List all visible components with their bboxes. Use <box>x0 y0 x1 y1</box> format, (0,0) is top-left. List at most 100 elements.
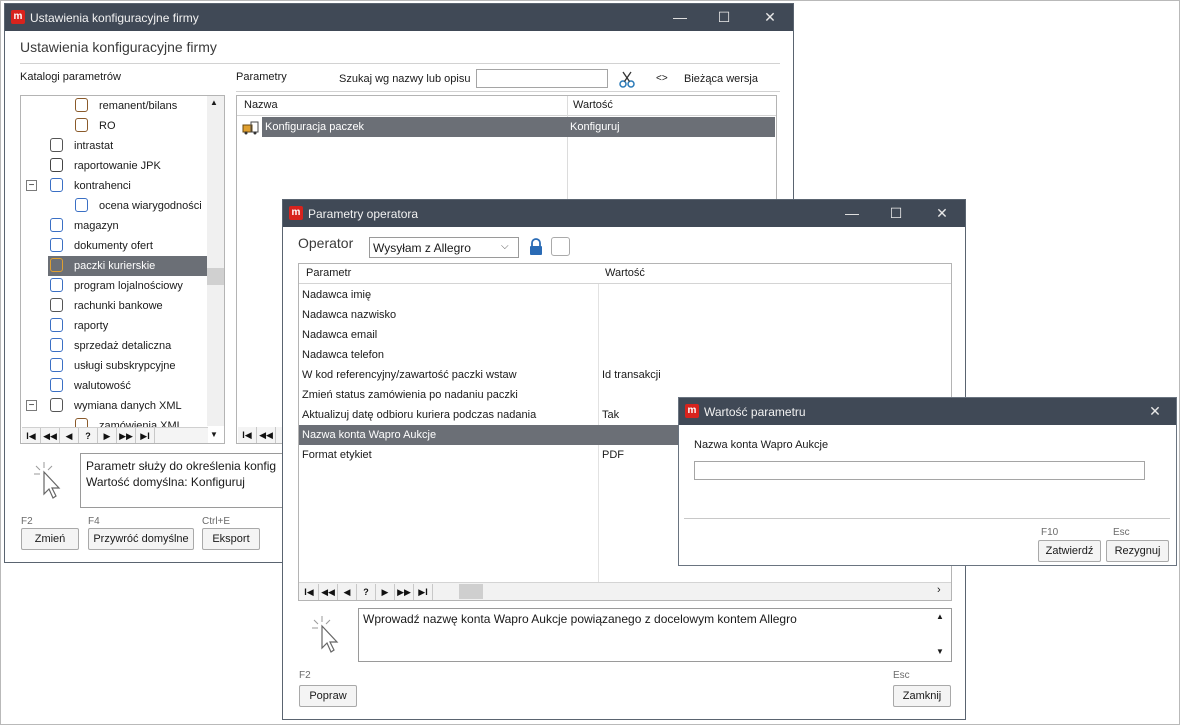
xml-icon <box>50 398 63 412</box>
description-line-1: Parametr służy do określenia konfig <box>86 459 277 473</box>
operator-window-title: Parametry operatora <box>308 207 419 221</box>
chevron-down-icon[interactable]: ⌵ <box>501 241 509 252</box>
tree-item[interactable]: kontrahenci <box>48 176 207 196</box>
operator-description-text: Wprowadź nazwę konta Wapro Aukcje powiąz… <box>363 612 797 626</box>
tree-item[interactable]: walutowość <box>48 376 207 396</box>
nav-button[interactable]: ▶▶ <box>395 584 414 600</box>
cancel-shortcut: Esc <box>1113 527 1130 538</box>
nav-button[interactable]: ◀◀ <box>257 427 276 443</box>
search-label: Szukaj wg nazwy lub opisu <box>339 73 471 85</box>
tree-item[interactable]: remanent/bilans <box>73 96 207 116</box>
close-button[interactable]: ✕ <box>747 4 793 31</box>
column-header-param[interactable]: Parametr <box>306 267 351 279</box>
row-param: Zmień status zamówienia po nadaniu paczk… <box>302 389 518 401</box>
courier-icon <box>50 258 63 272</box>
scroll-right-icon[interactable]: › <box>937 584 941 596</box>
scroll-up-icon[interactable]: ▲ <box>210 98 218 107</box>
tree-item[interactable]: RO <box>73 116 207 136</box>
row-value: Id transakcji <box>602 369 661 381</box>
nav-button[interactable]: I◀ <box>238 427 257 443</box>
params-header-divider <box>236 91 780 92</box>
tree-item[interactable]: magazyn <box>48 216 207 236</box>
desc-scroll-down-icon[interactable]: ▼ <box>936 647 944 656</box>
nav-button[interactable]: ▶I <box>136 428 155 443</box>
export-button[interactable]: Eksport <box>202 528 260 550</box>
tree-item-label: intrastat <box>74 140 114 152</box>
nav-button[interactable]: ▶I <box>414 584 433 600</box>
row-param: Format etykiet <box>302 449 372 461</box>
close-shortcut: Esc <box>893 670 910 681</box>
nav-button[interactable]: ◀◀ <box>319 584 338 600</box>
version-label: Bieżąca wersja <box>684 73 758 85</box>
row-param: Aktualizuj datę odbioru kuriera podczas … <box>302 409 537 421</box>
tree-item-label: remanent/bilans <box>99 100 178 112</box>
nav-button[interactable]: I◀ <box>22 428 41 443</box>
tree-item[interactable]: intrastat <box>48 136 207 156</box>
nav-button[interactable]: I◀ <box>300 584 319 600</box>
loyalty-icon <box>50 278 63 292</box>
lock-icon[interactable] <box>529 238 543 256</box>
tree-item[interactable]: sprzedaż detaliczna <box>48 336 207 356</box>
edit-button[interactable]: Popraw <box>299 685 357 707</box>
value-dialog: m Wartość parametru ✕ Nazwa konta Wapro … <box>678 397 1177 566</box>
nav-button[interactable]: ▶▶ <box>117 428 136 443</box>
catalog-tree[interactable]: remanent/bilans RO intrastat raportowanie J… <box>20 95 225 444</box>
column-header-name[interactable]: Nazwa <box>244 99 278 111</box>
tree-item-label: rachunki bankowe <box>74 300 163 312</box>
table-row[interactable]: Nadawca email <box>299 325 951 345</box>
list-document-icon <box>50 138 63 152</box>
tree-expander-icon[interactable]: − <box>26 400 37 411</box>
maximize-button[interactable]: ☐ <box>701 4 747 31</box>
network-icon <box>50 318 63 332</box>
close-button[interactable]: ✕ <box>919 200 965 227</box>
scissors-icon[interactable] <box>618 70 636 88</box>
close-window-button[interactable]: Zamknij <box>893 685 951 707</box>
operator-description: Wprowadź nazwę konta Wapro Aukcje powiąz… <box>358 608 952 662</box>
change-button[interactable]: Zmień <box>21 528 79 550</box>
tree-item[interactable]: usługi subskrypcyjne <box>48 356 207 376</box>
tree-item[interactable]: program lojalnościowy <box>48 276 207 296</box>
tree-item[interactable]: dokumenty ofert <box>48 236 207 256</box>
tree-item[interactable]: paczki kurierskie <box>48 256 207 276</box>
nav-button[interactable]: ? <box>357 584 376 600</box>
tree-expander-icon[interactable]: − <box>26 180 37 191</box>
confirm-button[interactable]: Zatwierdź <box>1038 540 1101 562</box>
column-header-value[interactable]: Wartość <box>573 99 613 111</box>
tree-item[interactable]: raporty <box>48 316 207 336</box>
table-row[interactable]: Konfiguracja paczek Konfiguruj <box>262 117 775 137</box>
tree-scrollbar[interactable]: ▲ ▼ <box>207 96 224 439</box>
minimize-button[interactable]: — <box>829 200 875 227</box>
close-button[interactable]: ✕ <box>1132 398 1178 425</box>
table-row[interactable]: Nadawca imię <box>299 285 951 305</box>
tree-item[interactable]: ocena wiarygodności <box>73 196 207 216</box>
nav-button[interactable]: ▶ <box>98 428 117 443</box>
hscroll-thumb[interactable] <box>459 584 483 599</box>
nav-button[interactable]: ? <box>79 428 98 443</box>
desc-scroll-up-icon[interactable]: ▲ <box>936 612 944 621</box>
nav-button[interactable]: ◀ <box>338 584 357 600</box>
value-input[interactable] <box>694 461 1145 480</box>
cancel-button[interactable]: Rezygnuj <box>1106 540 1169 562</box>
operator-select[interactable]: Wysyłam z Allegro ⌵ <box>369 237 519 258</box>
tree-item[interactable]: wymiana danych XML <box>48 396 207 416</box>
table-row[interactable]: Nadawca nazwisko <box>299 305 951 325</box>
scroll-down-icon[interactable]: ▼ <box>210 430 218 439</box>
nav-button[interactable]: ◀◀ <box>41 428 60 443</box>
table-row[interactable]: Nadawca telefon <box>299 345 951 365</box>
scroll-thumb[interactable] <box>207 268 224 285</box>
column-header-value[interactable]: Wartość <box>605 267 645 279</box>
row-param: W kod referencyjny/zawartość paczki wsta… <box>302 369 517 381</box>
table-row[interactable]: W kod referencyjny/zawartość paczki wsta… <box>299 365 951 385</box>
maximize-button[interactable]: ☐ <box>873 200 919 227</box>
document-icon <box>75 118 88 132</box>
nav-button[interactable]: ▶ <box>376 584 395 600</box>
operator-extra-button[interactable] <box>551 237 570 256</box>
minimize-button[interactable]: — <box>657 4 703 31</box>
contacts-icon <box>75 198 88 212</box>
nav-button[interactable]: ◀ <box>60 428 79 443</box>
search-input[interactable] <box>476 69 608 88</box>
version-toggle-icon[interactable]: <> <box>656 73 668 84</box>
tree-item[interactable]: raportowanie JPK <box>48 156 207 176</box>
tree-item[interactable]: rachunki bankowe <box>48 296 207 316</box>
restore-defaults-button[interactable]: Przywróć domyślne <box>88 528 194 550</box>
